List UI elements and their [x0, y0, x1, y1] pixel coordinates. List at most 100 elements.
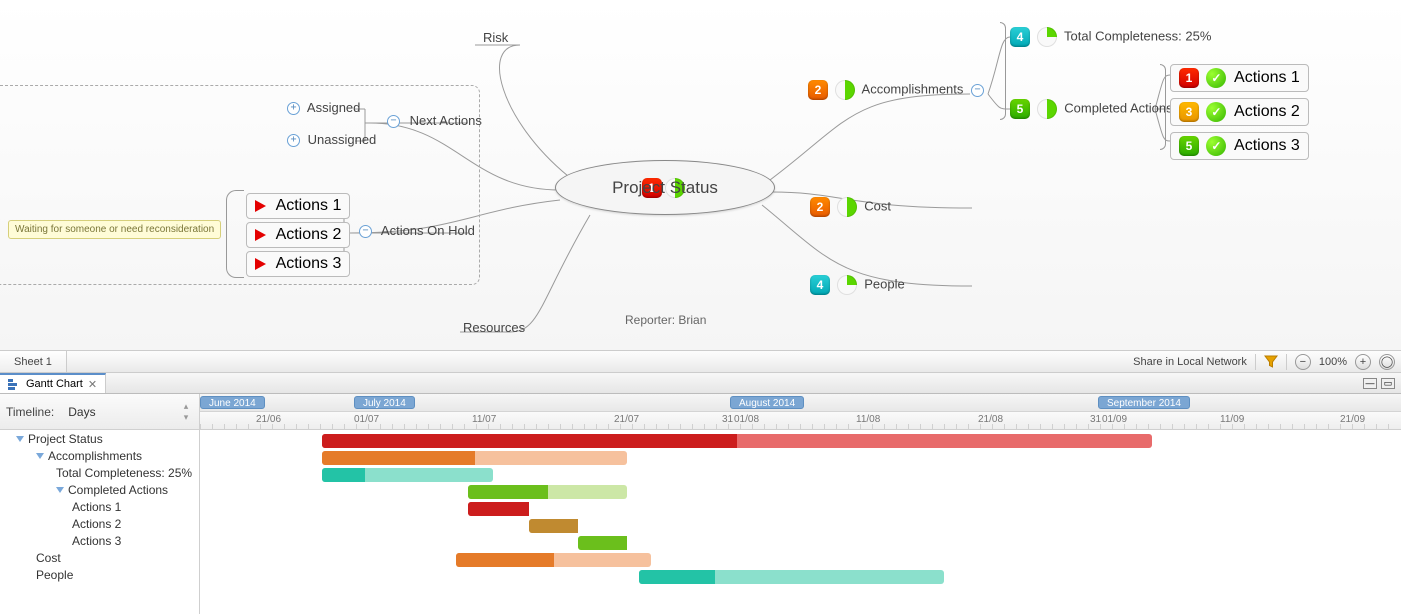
- gantt-bar[interactable]: [322, 434, 1152, 448]
- gantt-progress: [578, 536, 627, 550]
- maximize-button[interactable]: ▭: [1381, 378, 1395, 389]
- month-label: August 2014: [730, 396, 804, 409]
- topic-resources[interactable]: Resources: [463, 320, 525, 335]
- disclosure-triangle-icon[interactable]: [16, 436, 24, 442]
- tree-label: Completed Actions: [68, 483, 168, 497]
- month-label: September 2014: [1098, 396, 1190, 409]
- unit-stepper[interactable]: ▴▾: [179, 401, 193, 423]
- flag-icon: [255, 200, 266, 212]
- gantt-bar[interactable]: [468, 502, 529, 516]
- tree-label: Actions 2: [72, 517, 121, 531]
- topic-onhold-2[interactable]: Actions 2: [246, 222, 350, 248]
- central-topic[interactable]: 1 Project Status: [555, 160, 775, 215]
- on-hold-list: Actions 1 Actions 2 Actions 3: [246, 190, 350, 280]
- priority-2-icon: 2: [808, 80, 828, 100]
- collapse-button[interactable]: [387, 115, 400, 128]
- topic-actions-2[interactable]: 3 Actions 2: [1170, 98, 1309, 126]
- minimize-button[interactable]: —: [1363, 378, 1377, 389]
- topic-risk[interactable]: Risk: [483, 30, 508, 45]
- priority-5-icon: 5: [1010, 99, 1030, 119]
- gantt-progress: [456, 553, 554, 567]
- share-label[interactable]: Share in Local Network: [1133, 356, 1247, 368]
- topic-label: Completed Actions: [1064, 100, 1172, 115]
- gantt-chart[interactable]: June 2014July 2014August 2014September 2…: [200, 394, 1401, 614]
- priority-1-icon: 1: [1179, 68, 1199, 88]
- topic-actions-1[interactable]: 1 Actions 1: [1170, 64, 1309, 92]
- day-label: 01/08: [734, 414, 759, 425]
- gantt-bar[interactable]: [578, 536, 627, 550]
- topic-label: People: [864, 276, 904, 291]
- gantt-bar[interactable]: [468, 485, 627, 499]
- topic-total-completeness[interactable]: 4 Total Completeness: 25%: [1010, 27, 1211, 47]
- topic-label: Cost: [864, 198, 891, 213]
- disclosure-triangle-icon[interactable]: [56, 487, 64, 493]
- month-label: July 2014: [354, 396, 415, 409]
- expand-button[interactable]: [287, 102, 300, 115]
- gantt-icon: [8, 379, 21, 390]
- day-label: 01/07: [354, 414, 379, 425]
- topic-next-actions[interactable]: Next Actions: [383, 113, 482, 128]
- priority-3-icon: 3: [1179, 102, 1199, 122]
- tree-row[interactable]: Actions 3: [0, 532, 199, 549]
- gantt-progress: [468, 502, 529, 516]
- timeline-header: Timeline: Days ▴▾: [0, 394, 199, 430]
- gantt-progress: [322, 468, 365, 482]
- topic-label: Actions On Hold: [381, 223, 475, 238]
- gantt-bar[interactable]: [456, 553, 651, 567]
- topic-assigned[interactable]: Assigned: [283, 100, 360, 115]
- collapse-button[interactable]: [971, 84, 984, 97]
- priority-4-icon: 4: [1010, 27, 1030, 47]
- topic-accomplishments[interactable]: 2 Accomplishments: [808, 80, 988, 100]
- tab-label: Gantt Chart: [26, 378, 83, 390]
- topic-label: Next Actions: [410, 113, 482, 128]
- tree-row[interactable]: Accomplishments: [0, 447, 199, 464]
- topic-onhold-3[interactable]: Actions 3: [246, 251, 350, 277]
- tree-row[interactable]: Total Completeness: 25%: [0, 464, 199, 481]
- gantt-bar[interactable]: [322, 468, 493, 482]
- tree-row[interactable]: Actions 1: [0, 498, 199, 515]
- progress-50-icon: [835, 80, 855, 100]
- zoom-in-button[interactable]: +: [1355, 354, 1371, 370]
- gantt-bar[interactable]: [639, 570, 944, 584]
- gantt-bar[interactable]: [322, 451, 627, 465]
- completed-actions-list: 1 Actions 1 3 Actions 2 5 Actions 3: [1170, 64, 1309, 160]
- gantt-tab-bar: Gantt Chart ✕ — ▭: [0, 373, 1401, 394]
- gantt-tab[interactable]: Gantt Chart ✕: [0, 373, 106, 393]
- topic-actions-3[interactable]: 5 Actions 3: [1170, 132, 1309, 160]
- filter-icon[interactable]: [1264, 355, 1278, 369]
- zoom-out-button[interactable]: −: [1295, 354, 1311, 370]
- topic-unassigned[interactable]: Unassigned: [283, 132, 376, 147]
- tree-label: Actions 3: [72, 534, 121, 548]
- progress-25-icon: [1037, 27, 1057, 47]
- topic-cost[interactable]: 2 Cost: [810, 197, 891, 217]
- topic-label: Actions 3: [276, 255, 342, 272]
- close-icon[interactable]: ✕: [88, 378, 97, 391]
- day-scale: 21/0601/0711/0721/073101/0811/0821/08310…: [200, 412, 1401, 430]
- tree-label: Actions 1: [72, 500, 121, 514]
- gantt-bar[interactable]: [529, 519, 578, 533]
- priority-5-icon: 5: [1179, 136, 1199, 156]
- gantt-progress: [322, 451, 475, 465]
- topic-people[interactable]: 4 People: [810, 275, 905, 295]
- tree-row[interactable]: Project Status: [0, 430, 199, 447]
- gantt-task-tree: Timeline: Days ▴▾ Project StatusAccompli…: [0, 394, 200, 614]
- topic-actions-on-hold[interactable]: Actions On Hold: [355, 223, 475, 238]
- zoom-fit-button[interactable]: ◯: [1379, 354, 1395, 370]
- day-label: 21/08: [978, 414, 1003, 425]
- tree-row[interactable]: Cost: [0, 549, 199, 566]
- tree-label: Total Completeness: 25%: [56, 466, 192, 480]
- disclosure-triangle-icon[interactable]: [36, 453, 44, 459]
- tree-row[interactable]: Completed Actions: [0, 481, 199, 498]
- sheet-tab[interactable]: Sheet 1: [0, 351, 67, 372]
- separator: [1255, 354, 1256, 370]
- topic-onhold-1[interactable]: Actions 1: [246, 193, 350, 219]
- central-topic-label: Project Status: [612, 178, 718, 198]
- progress-50-icon: [837, 197, 857, 217]
- collapse-button[interactable]: [359, 225, 372, 238]
- topic-label: Assigned: [307, 100, 360, 115]
- tree-row[interactable]: Actions 2: [0, 515, 199, 532]
- expand-button[interactable]: [287, 134, 300, 147]
- check-icon: [1206, 136, 1226, 156]
- timeline-unit[interactable]: Days: [68, 405, 95, 419]
- tree-row[interactable]: People: [0, 566, 199, 583]
